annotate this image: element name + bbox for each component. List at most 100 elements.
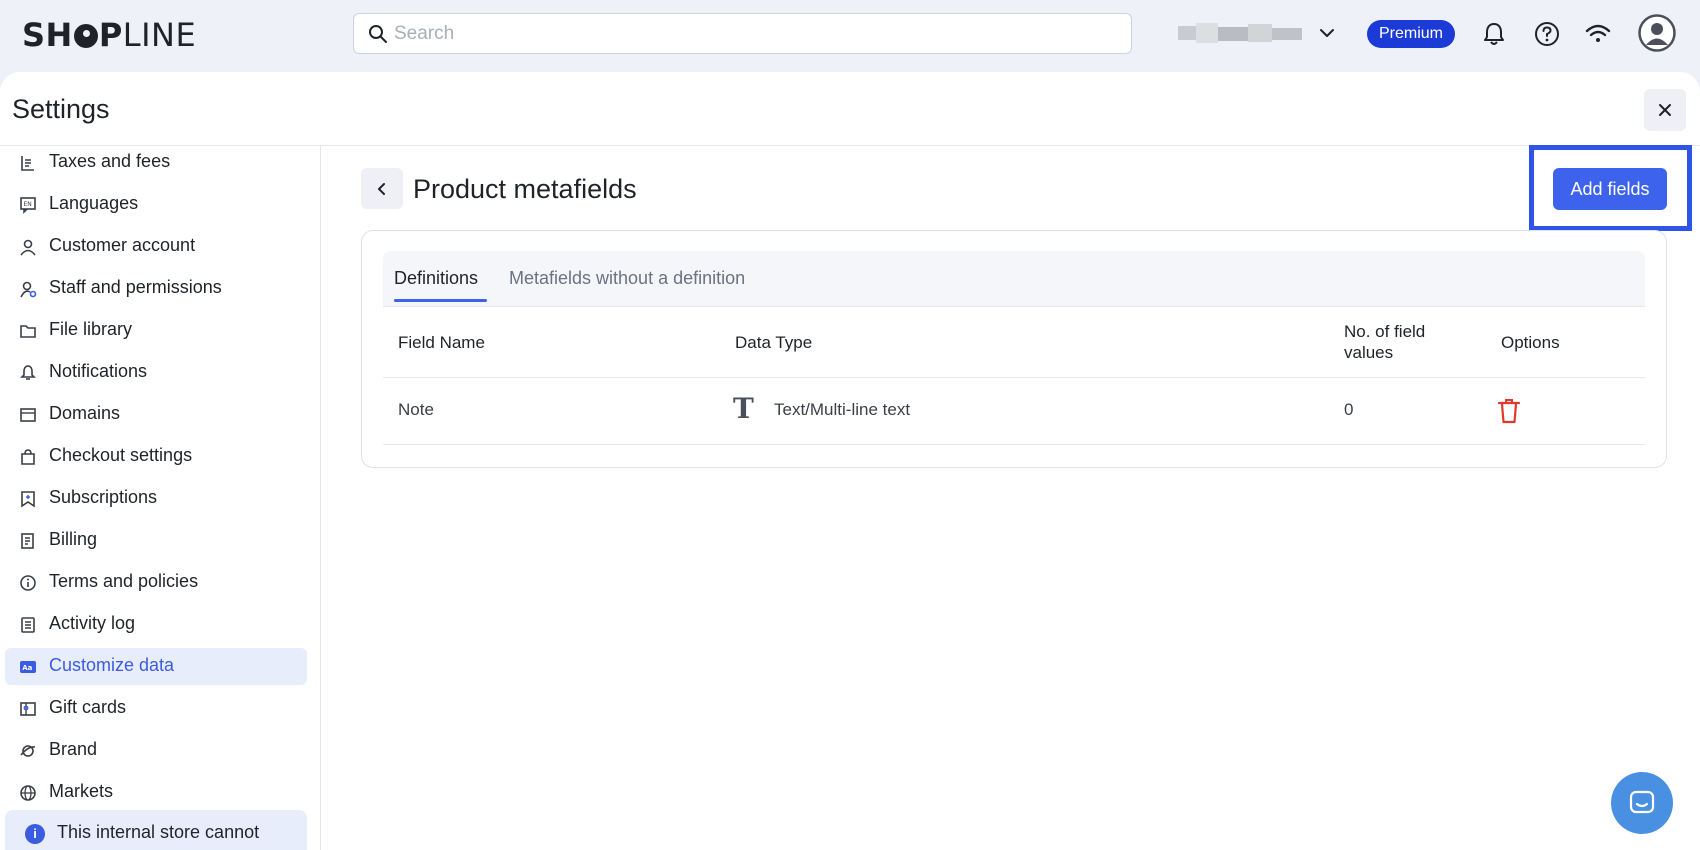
sidebar-item-label: Terms and policies [49, 571, 199, 591]
svg-text:Aa: Aa [22, 664, 32, 672]
settings-sidebar: Taxes and fees EN Languages Customer acc… [0, 146, 321, 850]
store-name-blurred[interactable] [1178, 23, 1302, 43]
chat-icon [1629, 790, 1655, 814]
sidebar-item-languages[interactable]: EN Languages [5, 186, 307, 223]
settings-title: Settings [12, 94, 110, 124]
billing-icon [21, 533, 34, 549]
search-bar[interactable] [353, 13, 1132, 54]
brand-icon [20, 745, 36, 757]
top-bar: SH PLINE Premium [0, 0, 1700, 72]
table-header: Field Name Data Type No. of field values… [383, 307, 1645, 378]
avatar[interactable] [1638, 14, 1676, 52]
chat-support-button[interactable] [1611, 772, 1673, 834]
table-row[interactable]: Note T Text/Multi-line text 0 [383, 378, 1645, 445]
sidebar-item-file-library[interactable]: File library [5, 312, 307, 349]
sidebar-item-label: Languages [49, 193, 139, 213]
bell-icon[interactable] [1480, 20, 1508, 48]
receipt-icon [21, 156, 34, 171]
premium-badge[interactable]: Premium [1367, 20, 1455, 48]
sidebar-item-label: Domains [49, 403, 121, 423]
sidebar-item-label: Checkout settings [49, 445, 193, 465]
logo-text-part: SH [22, 16, 73, 54]
sidebar-item-domains[interactable]: Domains [5, 396, 307, 433]
sidebar-item-label: Billing [49, 529, 98, 549]
svg-text:EN: EN [24, 201, 32, 208]
search-icon [369, 25, 387, 43]
chevron-left-icon [378, 183, 385, 195]
column-header-field-name: Field Name [398, 333, 485, 352]
text-type-icon: T [733, 392, 754, 425]
help-icon[interactable] [1533, 20, 1561, 48]
shopline-logo[interactable]: SH PLINE [22, 16, 196, 54]
sidebar-item-markets[interactable]: Markets [5, 774, 307, 811]
sidebar-item-taxes-and-fees[interactable]: Taxes and fees [5, 146, 307, 181]
sidebar-item-subscriptions[interactable]: Subscriptions [5, 480, 307, 517]
info-icon [20, 575, 36, 591]
sidebar-item-label: Customize data [49, 655, 175, 675]
sidebar-item-customize-data[interactable]: Aa Customize data [5, 648, 307, 685]
data-type-cell: Text/Multi-line text [774, 400, 911, 419]
info-icon: i [25, 824, 45, 844]
sidebar-item-label: Gift cards [49, 697, 127, 717]
customize-data-icon: Aa [20, 661, 36, 673]
column-header-count-line2: values [1344, 343, 1394, 362]
settings-header: Settings [0, 72, 1700, 146]
settings-panel: Settings Taxes and fees EN Languages Cus… [0, 72, 1700, 850]
sidebar-item-activity-log[interactable]: Activity log [5, 606, 307, 643]
logo-text-part: P [98, 16, 123, 54]
domain-icon [20, 408, 36, 422]
wifi-icon[interactable] [1584, 20, 1612, 48]
field-count-cell: 0 [1344, 400, 1354, 419]
logo-text-part: LINE [122, 16, 197, 54]
user-avatar-icon [1638, 14, 1676, 52]
column-header-data-type: Data Type [735, 333, 813, 352]
sidebar-item-label: Staff and permissions [49, 277, 222, 297]
field-name-cell: Note [398, 400, 434, 419]
close-icon [1659, 104, 1671, 116]
search-input[interactable] [394, 20, 1114, 48]
column-header-options: Options [1501, 333, 1560, 352]
back-button[interactable] [361, 168, 403, 209]
sidebar-item-label: Brand [49, 739, 98, 759]
user-icon [20, 239, 36, 256]
sidebar-item-customer-account[interactable]: Customer account [5, 228, 307, 265]
sidebar-item-gift-cards[interactable]: Gift cards [5, 690, 307, 727]
gift-card-icon [20, 702, 36, 716]
column-header-count-line1: No. of field [1344, 322, 1426, 341]
subscription-icon [21, 491, 35, 508]
active-tab-indicator [394, 299, 487, 302]
sidebar-item-billing[interactable]: Billing [5, 522, 307, 559]
sidebar-item-notifications[interactable]: Notifications [5, 354, 307, 391]
tab-bar: Definitions Metafields without a definit… [383, 251, 1645, 307]
store-notice-text: This internal store cannot [57, 822, 260, 842]
sidebar-item-staff-and-permissions[interactable]: Staff and permissions [5, 270, 307, 307]
globe-icon [20, 785, 36, 801]
folder-icon [20, 325, 36, 338]
bag-icon [21, 449, 35, 465]
trash-icon[interactable] [1498, 398, 1520, 424]
sidebar-item-label: Taxes and fees [49, 151, 171, 171]
bell-icon [20, 365, 36, 380]
log-icon [21, 617, 35, 633]
sidebar-item-label: Activity log [49, 613, 136, 633]
sidebar-item-label: File library [49, 319, 133, 339]
sidebar-item-label: Subscriptions [49, 487, 158, 507]
logo-o-mark [73, 24, 98, 48]
tab-definitions[interactable]: Definitions [394, 268, 478, 289]
sidebar-item-label: Markets [49, 781, 114, 801]
store-notice: i This internal store cannot [5, 810, 307, 850]
main-content: Product metafields Add fields Definition… [322, 145, 1700, 850]
metafields-card: Definitions Metafields without a definit… [361, 230, 1667, 468]
sidebar-item-label: Customer account [49, 235, 196, 255]
page-title: Product metafields [413, 174, 637, 204]
sidebar-item-label: Notifications [49, 361, 148, 381]
sidebar-item-terms-and-policies[interactable]: Terms and policies [5, 564, 307, 601]
add-fields-button[interactable]: Add fields [1553, 168, 1667, 210]
chevron-down-icon[interactable] [1318, 24, 1336, 42]
sidebar-item-checkout-settings[interactable]: Checkout settings [5, 438, 307, 475]
sidebar-item-brand[interactable]: Brand [5, 732, 307, 769]
close-button[interactable] [1644, 89, 1686, 131]
language-icon: EN [20, 197, 36, 214]
tab-metafields-without-definition[interactable]: Metafields without a definition [509, 268, 745, 289]
staff-icon [20, 281, 37, 298]
